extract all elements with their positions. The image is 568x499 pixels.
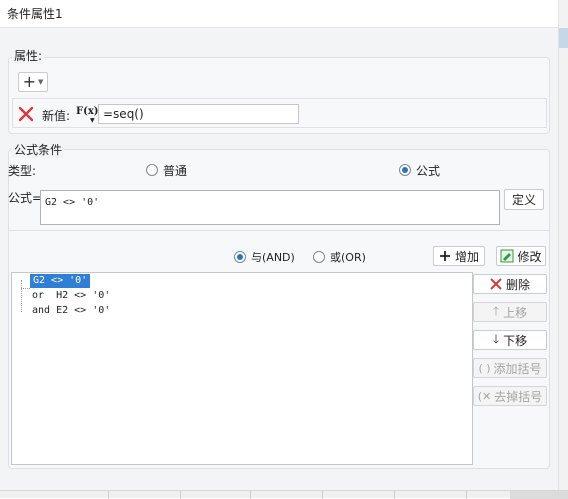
bottom-strip	[0, 490, 568, 499]
move-up-button[interactable]: 🡑 上移	[473, 302, 547, 322]
edit-icon	[500, 249, 514, 263]
formula-text: G2 <> '0'	[45, 197, 100, 208]
delete-condition-button[interactable]: 删除	[473, 274, 547, 294]
scrollbar-thumb[interactable]	[559, 28, 568, 48]
type-label: 类型:	[8, 164, 37, 178]
formula-label: 公式=	[8, 191, 43, 205]
new-value-label: 新值:	[42, 109, 71, 123]
type-normal-label[interactable]: 普通	[163, 162, 187, 179]
add-bracket-label: 添加括号	[493, 361, 542, 376]
or-label[interactable]: 或(OR)	[330, 249, 366, 265]
new-value-input[interactable]: =seq()	[98, 104, 299, 124]
close-icon	[18, 106, 34, 122]
condition-list-item[interactable]: and E2 <> '0'	[32, 304, 110, 318]
formula-dropdown-icon: ▼	[90, 117, 95, 124]
tree-guide-line	[21, 280, 22, 312]
divider	[8, 230, 550, 231]
move-up-label: 上移	[503, 305, 528, 320]
arrow-up-icon: 🡑	[492, 303, 500, 318]
modify-condition-label: 修改	[517, 249, 542, 264]
modify-condition-button[interactable]: 修改	[496, 246, 546, 266]
add-condition-button[interactable]: 增加	[433, 246, 485, 266]
type-formula-label[interactable]: 公式	[416, 162, 440, 179]
dialog-title-bar: 条件属性1	[0, 0, 558, 28]
plus-icon	[439, 251, 450, 261]
formula-icon: F(x)	[76, 106, 99, 117]
add-condition-label: 增加	[454, 249, 479, 264]
move-down-button[interactable]: 🡓 下移	[473, 330, 547, 350]
delete-icon	[490, 278, 502, 290]
tree-guide-branch	[21, 288, 30, 289]
arrow-down-icon: 🡓	[492, 331, 500, 346]
type-formula-radio[interactable]	[399, 164, 411, 176]
and-radio[interactable]	[234, 251, 246, 263]
remove-bracket-button[interactable]: (✕ 去掉括号	[473, 386, 547, 406]
move-down-label: 下移	[503, 333, 528, 348]
formula-condition-label: 公式条件	[12, 141, 65, 158]
bracket-remove-icon: (✕	[477, 389, 492, 403]
add-property-button[interactable]: + ▼	[18, 72, 48, 92]
dialog-title: 条件属性1	[7, 7, 63, 21]
add-bracket-button[interactable]: ( ) 添加括号	[473, 358, 547, 378]
delete-condition-label: 删除	[505, 277, 530, 292]
formula-input[interactable]: G2 <> '0'	[40, 190, 500, 225]
new-value-text: =seq()	[103, 107, 144, 121]
define-button[interactable]: 定义	[504, 189, 544, 210]
properties-group-label: 属性:	[12, 47, 45, 64]
define-label: 定义	[511, 193, 536, 207]
condition-list-item[interactable]: G2 <> '0'	[30, 274, 91, 288]
dropdown-arrow-icon: ▼	[38, 78, 44, 86]
vertical-scrollbar[interactable]	[558, 0, 568, 490]
bracket-add-icon: ( )	[478, 361, 491, 375]
delete-property-button[interactable]	[17, 105, 35, 123]
formula-button[interactable]: F(x) ▼	[76, 103, 99, 124]
or-radio[interactable]	[313, 251, 325, 263]
and-label[interactable]: 与(AND)	[251, 249, 295, 265]
condition-list-item[interactable]: or H2 <> '0'	[32, 289, 110, 303]
remove-bracket-label: 去掉括号	[494, 389, 543, 404]
add-property-label: +	[22, 72, 36, 91]
type-normal-radio[interactable]	[146, 164, 158, 176]
